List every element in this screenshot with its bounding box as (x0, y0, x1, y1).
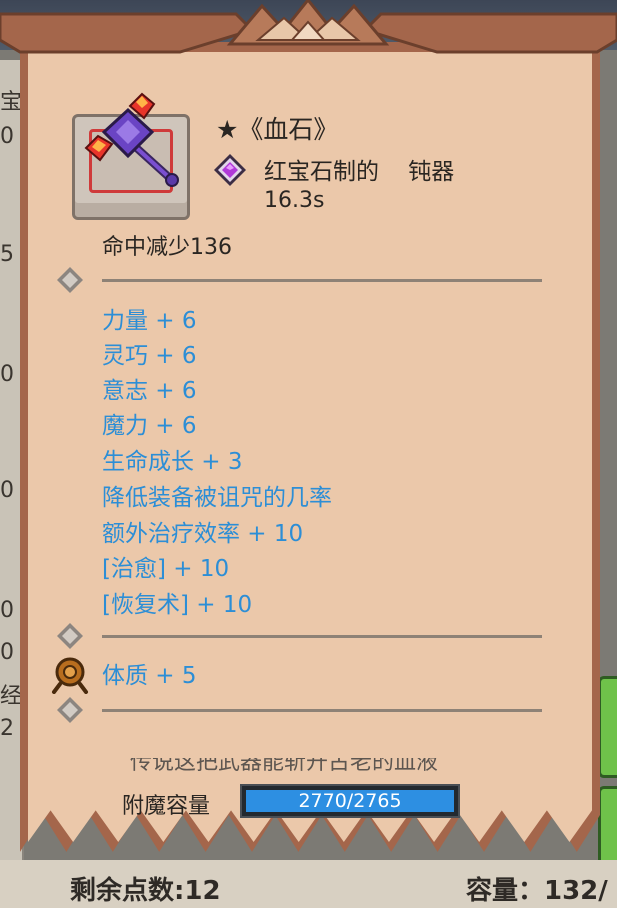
background-edge-text: 0 (0, 640, 14, 665)
background-edge-text: 0 (0, 598, 14, 623)
enchant-capacity-label: 附魔容量 (122, 794, 211, 819)
item-title: ★《血石》 (216, 115, 339, 144)
enchant-capacity-value: 2770/2765 (298, 790, 402, 812)
divider (102, 279, 542, 282)
hit-penalty: 命中减少136 (102, 235, 232, 260)
background-edge-text: 0 (0, 478, 14, 503)
background-edge-text: 经 (0, 684, 23, 709)
bronze-seal-icon (52, 657, 88, 694)
item-speed: 16.3s (264, 188, 325, 213)
flavor-text: 传说这把武器能斩开古老的血液 (130, 758, 510, 774)
diamond-divider-icon (57, 623, 83, 649)
background-edge-text: 0 (0, 124, 14, 149)
side-tab-button[interactable] (598, 676, 617, 778)
background-edge-text: 0 (0, 362, 14, 387)
capacity-label: 容量：132/ (466, 876, 608, 906)
purple-gem-icon (214, 154, 246, 186)
background-edge-text: 宝 (0, 90, 23, 115)
stat-line: 生命成长 + 3 (102, 449, 243, 475)
diamond-divider-icon (57, 267, 83, 293)
stat-line: 降低装备被诅咒的几率 (102, 485, 332, 511)
stat-line: 意志 + 6 (102, 378, 197, 404)
stat-line: [恢复术] + 10 (102, 592, 253, 618)
item-type: 红宝石制的 钝器 (264, 159, 455, 185)
diamond-divider-icon (57, 697, 83, 723)
stat-line: [治愈] + 10 (102, 556, 230, 582)
stat-line: 力量 + 6 (102, 308, 197, 334)
stat-line: 魔力 + 6 (102, 413, 197, 439)
background-edge-text: 2 (0, 716, 14, 741)
divider (102, 635, 542, 638)
ruby-mace-icon (84, 92, 179, 187)
divider (102, 709, 542, 712)
background-edge-text: 5 (0, 242, 14, 267)
stat-line: 灵巧 + 6 (102, 343, 197, 369)
socket-stat: 体质 + 5 (102, 663, 197, 689)
enchant-capacity-bar: 2770/2765 (240, 784, 460, 818)
stat-line: 额外治疗效率 + 10 (102, 521, 304, 547)
remaining-points-label: 剩余点数:12 (70, 876, 221, 906)
flavor-text-content: 传说这把武器能斩开古老的血液 (130, 758, 439, 774)
top-ornament (0, 0, 617, 54)
